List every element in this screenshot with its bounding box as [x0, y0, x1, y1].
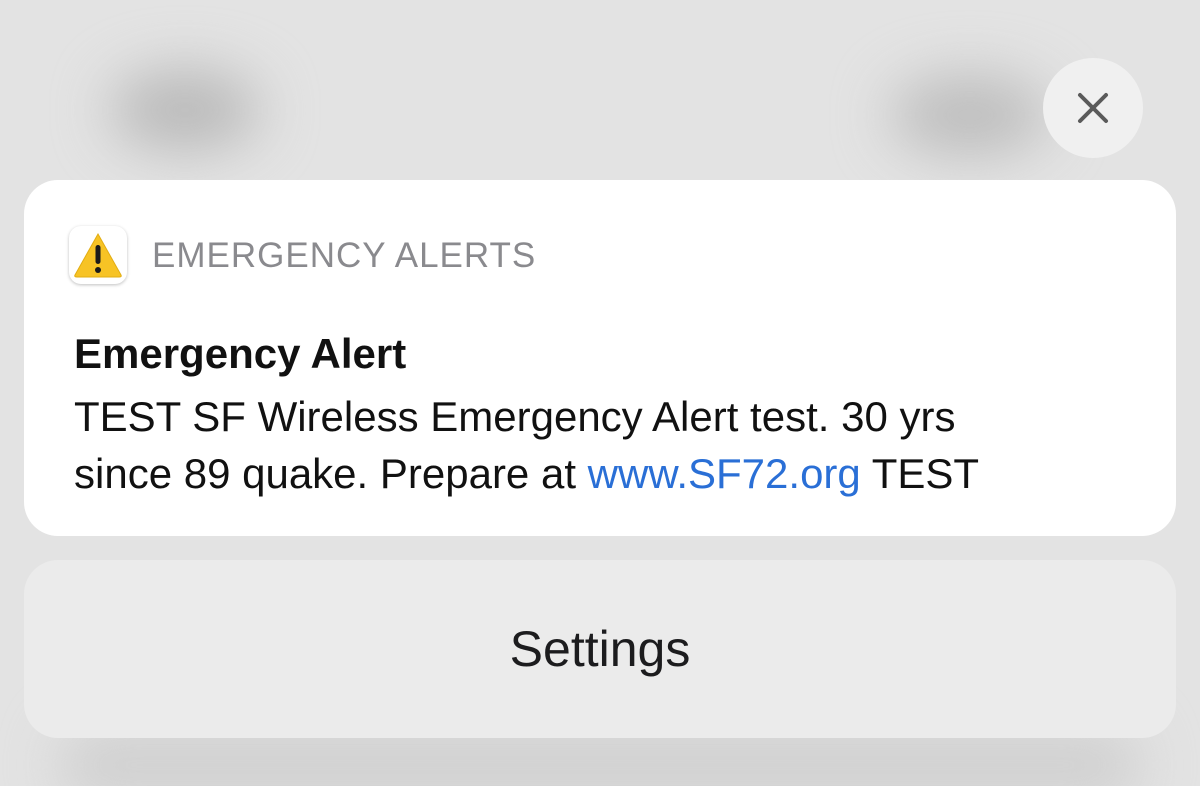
alert-message-line: since 89 quake. Prepare at www.SF72.org … [74, 445, 1154, 502]
app-name: EMERGENCY ALERTS [152, 236, 537, 275]
background-blur [890, 75, 1050, 155]
background-blur [110, 70, 260, 150]
alert-title: Emergency Alert [74, 330, 407, 377]
app-icon [69, 226, 127, 284]
close-button[interactable] [1043, 58, 1143, 158]
settings-label: Settings [509, 621, 691, 677]
warning-icon [74, 232, 122, 278]
alert-message: TEST SF Wireless Emergency Alert test. 3… [74, 388, 1154, 502]
alert-message-text: TEST [860, 450, 980, 497]
settings-button[interactable]: Settings [24, 560, 1176, 738]
background-blur [60, 730, 1140, 786]
notification-card[interactable]: EMERGENCY ALERTS Emergency Alert TEST SF… [24, 180, 1176, 536]
alert-message-text: since 89 quake. Prepare at [74, 450, 588, 497]
alert-message-line: TEST SF Wireless Emergency Alert test. 3… [74, 393, 956, 440]
sf72-link[interactable]: www.SF72.org [588, 450, 861, 497]
close-icon [1078, 93, 1108, 123]
